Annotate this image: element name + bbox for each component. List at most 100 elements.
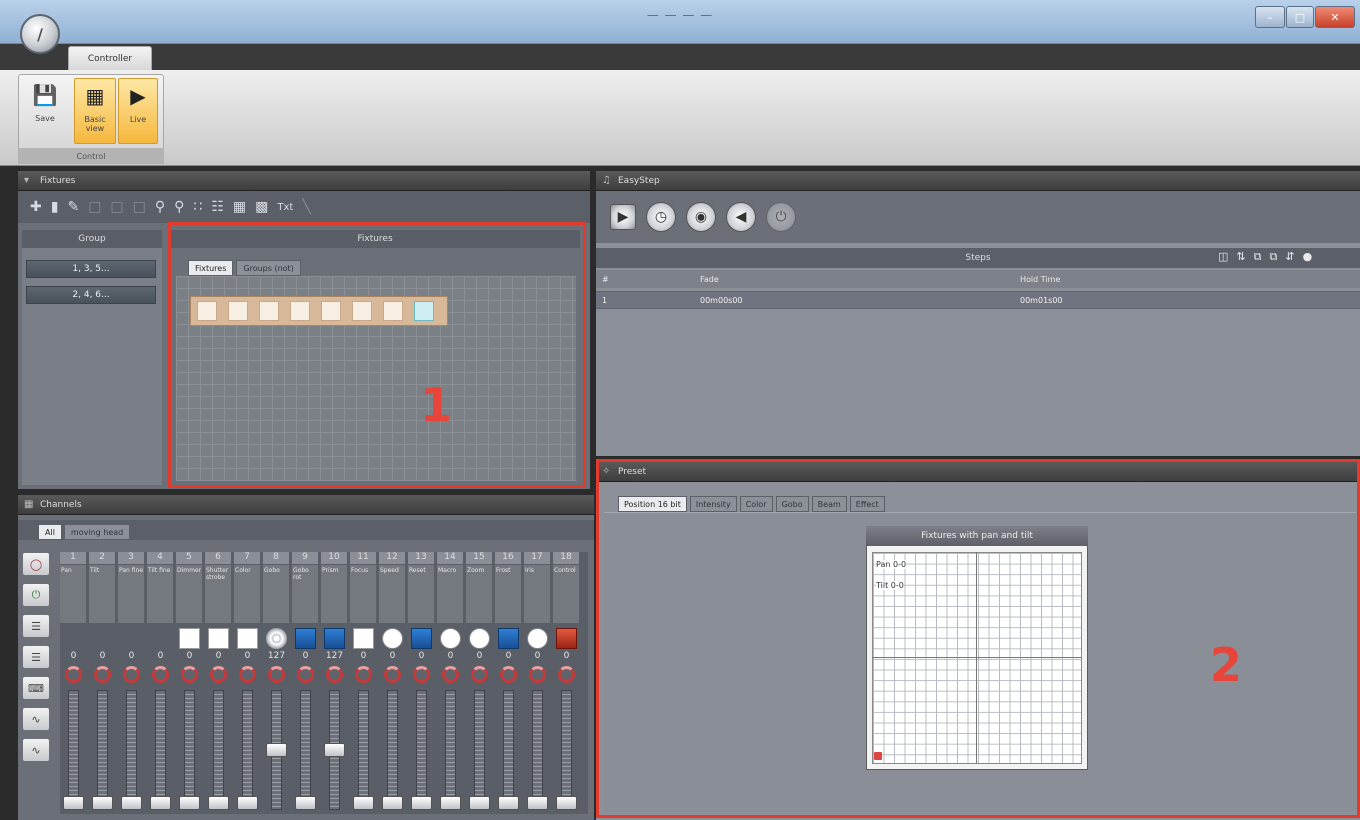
tab-moving-head[interactable]: moving head: [63, 524, 131, 540]
channel-fader-track[interactable]: [387, 690, 398, 810]
group-item-odd[interactable]: 1, 3, 5...: [26, 260, 156, 278]
save-button[interactable]: 💾 Save: [26, 78, 64, 144]
channel-function-icon[interactable]: [353, 628, 374, 649]
mixer-edit-icon[interactable]: ☰: [22, 645, 50, 669]
channel-fader-track[interactable]: [445, 690, 456, 810]
zoom-out-icon[interactable]: ⚲: [174, 199, 184, 215]
channel-knob[interactable]: [181, 666, 198, 683]
grid-medium-icon[interactable]: ☷: [211, 199, 224, 215]
line-tool-icon[interactable]: ╲: [302, 199, 310, 215]
channel-function-icon[interactable]: [469, 628, 490, 649]
channel-fader-track[interactable]: [126, 690, 137, 810]
maximize-button[interactable]: □: [1286, 6, 1314, 28]
close-button[interactable]: ✕: [1315, 6, 1355, 28]
channel-fader-track[interactable]: [358, 690, 369, 810]
fixture-add-icon[interactable]: ▮: [51, 199, 59, 215]
channel-fader-track[interactable]: [474, 690, 485, 810]
grid-small-icon[interactable]: ∷: [193, 199, 202, 215]
text-toggle[interactable]: Txt: [277, 202, 293, 213]
channel-fader-thumb[interactable]: [556, 796, 577, 810]
group-item-even[interactable]: 2, 4, 6...: [26, 286, 156, 304]
channel-fader-track[interactable]: [532, 690, 543, 810]
basic-view-button[interactable]: ▦ Basic view: [74, 78, 116, 144]
step-hold[interactable]: 00m01s00: [1020, 296, 1320, 305]
channel-fader-track[interactable]: [68, 690, 79, 810]
channel-function-icon[interactable]: [208, 628, 229, 649]
channel-knob[interactable]: [210, 666, 227, 683]
channel-fader-thumb[interactable]: [121, 796, 142, 810]
channel-knob[interactable]: [152, 666, 169, 683]
delete-step-icon[interactable]: ●: [1303, 250, 1313, 264]
zoom-in-icon[interactable]: ⚲: [155, 199, 165, 215]
channel-fader-thumb[interactable]: [382, 796, 403, 810]
channel-knob[interactable]: [239, 666, 256, 683]
channel-knob[interactable]: [529, 666, 546, 683]
channel-fader-track[interactable]: [213, 690, 224, 810]
channel-function-icon[interactable]: [295, 628, 316, 649]
insert-step-icon[interactable]: ⇅: [1236, 250, 1245, 264]
channel-fader-thumb[interactable]: [469, 796, 490, 810]
grid-large-icon[interactable]: ▦: [233, 199, 246, 215]
channel-function-icon[interactable]: [382, 628, 403, 649]
timer-button[interactable]: ◷: [646, 202, 676, 232]
channel-fader-thumb[interactable]: [498, 796, 519, 810]
ribbon-tab-controller[interactable]: Controller: [68, 46, 152, 70]
channel-knob[interactable]: [500, 666, 517, 683]
channel-knob[interactable]: [471, 666, 488, 683]
channel-knob[interactable]: [355, 666, 372, 683]
channel-function-icon[interactable]: [324, 628, 345, 649]
channel-fader-thumb[interactable]: [527, 796, 548, 810]
reset-channels-icon[interactable]: ◯: [22, 552, 50, 576]
channel-fader-thumb[interactable]: [324, 743, 345, 757]
channel-function-icon[interactable]: [411, 628, 432, 649]
channel-knob[interactable]: [94, 666, 111, 683]
channel-function-icon[interactable]: [150, 628, 171, 649]
minimize-button[interactable]: –: [1255, 6, 1285, 28]
channel-fader-track[interactable]: [561, 690, 572, 810]
channel-fader-track[interactable]: [97, 690, 108, 810]
channel-knob[interactable]: [326, 666, 343, 683]
channel-fader-track[interactable]: [416, 690, 427, 810]
channel-fader-track[interactable]: [155, 690, 166, 810]
application-menu-button[interactable]: ∕: [20, 14, 60, 54]
new-step-icon[interactable]: ◫: [1218, 250, 1228, 264]
channel-function-icon[interactable]: [440, 628, 461, 649]
group-add-icon[interactable]: □: [88, 199, 101, 215]
fit-icon[interactable]: ▩: [255, 199, 268, 215]
channel-fader-thumb[interactable]: [150, 796, 171, 810]
channel-fader-thumb[interactable]: [63, 796, 84, 810]
speaker-button[interactable]: ◀: [726, 202, 756, 232]
tab-all[interactable]: All: [38, 524, 62, 540]
channel-fader-track[interactable]: [242, 690, 253, 810]
channel-function-icon[interactable]: [63, 628, 84, 649]
channel-fader-thumb[interactable]: [179, 796, 200, 810]
power-button[interactable]: ⏻: [766, 202, 796, 232]
fixture-edit-icon[interactable]: ✎: [67, 199, 79, 215]
channel-function-icon[interactable]: [266, 628, 287, 649]
channel-fader-track[interactable]: [503, 690, 514, 810]
channel-fader-thumb[interactable]: [92, 796, 113, 810]
channel-knob[interactable]: [558, 666, 575, 683]
channel-fader-thumb[interactable]: [208, 796, 229, 810]
channel-fader-thumb[interactable]: [411, 796, 432, 810]
channel-knob[interactable]: [65, 666, 82, 683]
group-delete-icon[interactable]: □: [133, 199, 146, 215]
channel-function-icon[interactable]: [556, 628, 577, 649]
collapse-icon[interactable]: ▾: [24, 175, 29, 186]
channel-fader-thumb[interactable]: [295, 796, 316, 810]
sound-sync-button[interactable]: ◉: [686, 202, 716, 232]
paste-step-icon[interactable]: ⧉: [1269, 250, 1277, 264]
channel-function-icon[interactable]: [179, 628, 200, 649]
mixer-icon[interactable]: ☰: [22, 614, 50, 638]
channel-fader-track[interactable]: [300, 690, 311, 810]
channel-fader-thumb[interactable]: [353, 796, 374, 810]
channel-fader-thumb[interactable]: [237, 796, 258, 810]
move-icon[interactable]: ✚: [30, 199, 42, 215]
channel-fader-track[interactable]: [184, 690, 195, 810]
step-fade[interactable]: 00m00s00: [700, 296, 1020, 305]
channel-knob[interactable]: [123, 666, 140, 683]
table-row[interactable]: 1 00m00s00 00m01s00: [596, 291, 1360, 309]
wave-icon[interactable]: ∿: [22, 707, 50, 731]
move-step-icon[interactable]: ⇵: [1285, 250, 1294, 264]
channel-function-icon[interactable]: [527, 628, 548, 649]
